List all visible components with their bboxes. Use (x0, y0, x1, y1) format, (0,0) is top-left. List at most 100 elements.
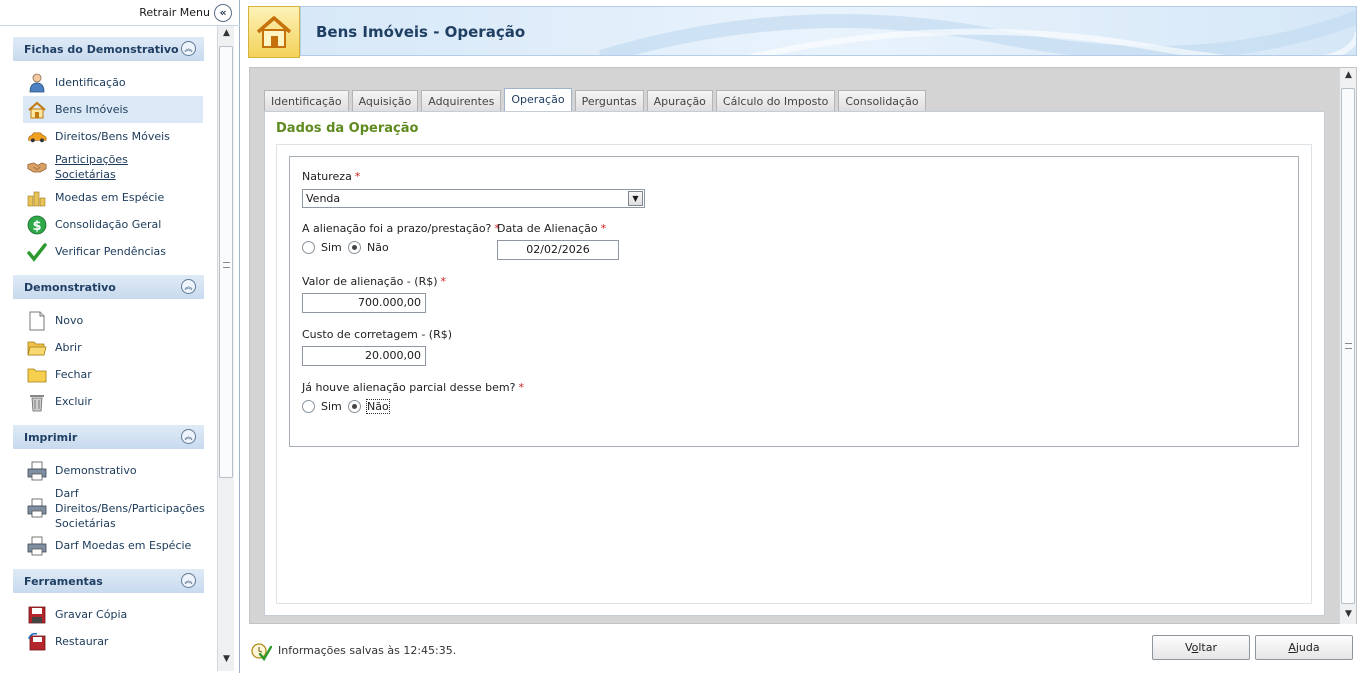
natureza-select-value: Venda (306, 192, 341, 205)
radio-circle[interactable] (302, 241, 315, 254)
collapse-menu-label[interactable]: Retrair Menu (139, 6, 210, 19)
saved-check-icon (251, 643, 272, 661)
data-alienacao-input[interactable]: 02/02/2026 (497, 240, 619, 260)
required-marker: * (518, 381, 524, 394)
radio-label: Sim (321, 400, 342, 413)
chevron-down-icon[interactable]: ▼ (628, 191, 643, 206)
sidebar-item-restaurar[interactable]: Restaurar (13, 628, 204, 655)
ajuda-button[interactable]: Ajuda (1255, 635, 1353, 660)
collapse-up-icon[interactable]: ︽ (181, 41, 196, 56)
printer-icon (27, 461, 47, 481)
scroll-down-arrow-icon[interactable]: ▼ (1342, 609, 1355, 622)
alienacao-parcial-nao-radio[interactable]: Não (348, 399, 390, 414)
menu-group-header[interactable]: Demonstrativo ︽ (13, 275, 204, 299)
printer-icon (27, 536, 47, 556)
sidebar-item-excluir[interactable]: Excluir (13, 388, 204, 415)
natureza-select[interactable]: Venda ▼ (302, 189, 645, 208)
custo-corretagem-input[interactable]: 20.000,00 (302, 346, 426, 366)
tab-adquirentes[interactable]: Adquirentes (421, 90, 502, 113)
title-band: Bens Imóveis - Operação (300, 6, 1357, 56)
double-chevron-left-icon[interactable]: « (214, 4, 232, 22)
tab-calculo-imposto[interactable]: Cálculo do Imposto (715, 90, 836, 113)
required-marker: * (440, 275, 447, 288)
dollar-icon: $ (27, 215, 47, 235)
page-title: Bens Imóveis - Operação (316, 23, 526, 41)
sidebar-item-darf-direitos[interactable]: Darf Direitos/Bens/Participações Societá… (13, 484, 205, 532)
restore-icon (27, 632, 47, 652)
sidebar-item-label: Gravar Cópia (55, 608, 128, 621)
radio-label: Não (367, 241, 389, 254)
sidebar-scroll-thumb[interactable] (219, 46, 233, 478)
sidebar-item-label: Abrir (55, 341, 82, 354)
tab-aquisicao[interactable]: Aquisição (351, 90, 419, 113)
collapse-up-icon[interactable]: ︽ (181, 279, 196, 294)
sidebar-item-label: Fechar (55, 368, 92, 381)
alienacao-parcial-sim-radio[interactable]: Sim (302, 400, 342, 413)
natureza-label-text: Natureza (302, 170, 352, 183)
alienacao-prazo-sim-radio[interactable]: Sim (302, 241, 342, 254)
sidebar-item-darf-moedas[interactable]: Darf Moedas em Espécie (13, 532, 204, 559)
main-scrollbar[interactable]: ▲ ▼ (1339, 68, 1356, 624)
menu-group-ferramentas: Ferramentas ︽ Gravar Cópia Restaurar (13, 569, 204, 665)
collapse-up-icon[interactable]: ︽ (181, 429, 196, 444)
tab-operacao[interactable]: Operação (504, 88, 572, 113)
radio-circle-selected[interactable] (348, 241, 361, 254)
natureza-label: Natureza * (302, 170, 360, 183)
sidebar-item-moedas[interactable]: Moedas em Espécie (13, 184, 204, 211)
scroll-down-arrow-icon[interactable]: ▼ (220, 654, 233, 667)
sidebar-item-imprimir-demonstrativo[interactable]: Demonstrativo (13, 457, 204, 484)
sidebar-item-novo[interactable]: Novo (13, 307, 204, 334)
alienacao-prazo-nao-radio[interactable]: Não (348, 241, 389, 254)
data-alienacao-label-text: Data de Alienação (497, 222, 598, 235)
required-marker: * (354, 170, 361, 183)
sidebar-item-label: Novo (55, 314, 84, 327)
scroll-up-arrow-icon[interactable]: ▲ (220, 28, 233, 41)
sidebar-item-label: Identificação (55, 76, 126, 89)
voltar-button[interactable]: Voltar (1152, 635, 1250, 660)
sidebar-item-gravar-copia[interactable]: Gravar Cópia (13, 601, 204, 628)
menu-group-header[interactable]: Fichas do Demonstrativo ︽ (13, 37, 204, 61)
sidebar-item-label: Verificar Pendências (55, 245, 167, 258)
menu-group-header[interactable]: Ferramentas ︽ (13, 569, 204, 593)
sidebar-item-direitos-bens-moveis[interactable]: Direitos/Bens Móveis (13, 123, 204, 150)
sidebar-item-label: Excluir (55, 395, 92, 408)
save-status-text: Informações salvas às 12:45:35. (278, 643, 457, 657)
sidebar-item-verificar-pendencias[interactable]: Verificar Pendências (13, 238, 204, 265)
scroll-up-arrow-icon[interactable]: ▲ (1342, 70, 1355, 83)
button-label-part: juda (1295, 641, 1320, 654)
tab-perguntas[interactable]: Perguntas (574, 90, 644, 113)
sidebar-item-label: Moedas em Espécie (55, 191, 165, 204)
page-footer: Informações salvas às 12:45:35. Voltar A… (242, 628, 1365, 673)
menu-group-header[interactable]: Imprimir ︽ (13, 425, 204, 449)
main-scroll-thumb[interactable] (1341, 88, 1355, 604)
sidebar-item-identificacao[interactable]: Identificação (13, 69, 204, 96)
data-alienacao-label: Data de Alienação * (497, 222, 606, 235)
alienacao-parcial-label-text: Já houve alienação parcial desse bem? (302, 381, 516, 394)
valor-alienacao-input[interactable]: 700.000,00 (302, 293, 426, 313)
sidebar-item-bens-imoveis[interactable]: Bens Imóveis (23, 96, 203, 123)
menu-group-title: Imprimir (24, 431, 78, 444)
radio-label: Não (366, 399, 390, 414)
collapse-menu-bar[interactable]: Retrair Menu « (0, 0, 240, 26)
sidebar-item-consolidacao-geral[interactable]: $ Consolidação Geral (13, 211, 204, 238)
sidebar-item-fechar[interactable]: Fechar (13, 361, 204, 388)
tab-consolidacao[interactable]: Consolidação (838, 90, 926, 113)
radio-circle[interactable] (302, 400, 315, 413)
alienacao-prazo-label-text: A alienação foi a prazo/prestação? (302, 222, 492, 235)
tab-identificacao[interactable]: Identificação (264, 90, 349, 113)
grip-icon (1345, 343, 1352, 349)
sidebar-item-label: Demonstrativo (55, 464, 137, 477)
radio-circle-selected[interactable] (348, 400, 361, 413)
page-header: Bens Imóveis - Operação (242, 0, 1365, 62)
sidebar-item-participacoes[interactable]: Participações Societárias (13, 150, 204, 184)
sidebar-item-label: Darf Direitos/Bens/Participações Societá… (55, 486, 205, 530)
handshake-icon (27, 157, 47, 177)
sidebar-item-abrir[interactable]: Abrir (13, 334, 204, 361)
car-icon (27, 127, 47, 147)
required-marker: * (600, 222, 607, 235)
sidebar-item-label: Bens Imóveis (55, 103, 129, 116)
sidebar-scrollbar[interactable]: ▲ ▼ (217, 26, 234, 671)
sidebar-item-label: Participações Societárias (55, 153, 128, 181)
tab-apuracao[interactable]: Apuração (646, 90, 713, 113)
collapse-up-icon[interactable]: ︽ (181, 573, 196, 588)
